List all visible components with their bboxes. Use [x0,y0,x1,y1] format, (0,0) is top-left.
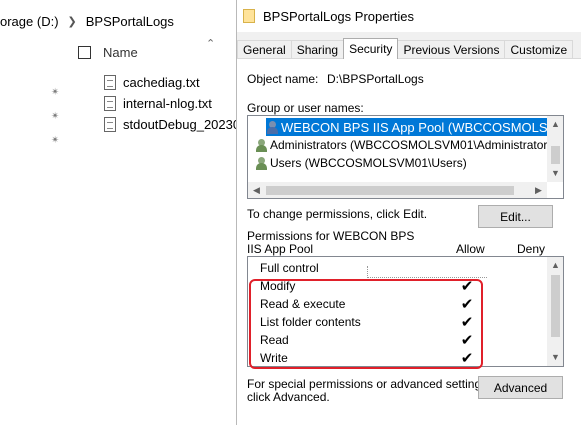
security-tab-panel: Object name: D:\BPSPortalLogs Group or u… [237,58,581,425]
file-explorer-window: orage (D:) ❯ BPSPortalLogs Name ⌃ ✴ ✴ ✴ … [0,0,255,425]
scroll-down-icon[interactable]: ▼ [547,168,563,178]
groups-label: Group or user names: [247,101,364,115]
scrollbar-thumb[interactable] [266,186,514,195]
scroll-up-icon[interactable]: ▲ [547,119,563,129]
text-file-icon [104,74,116,90]
breadcrumb: orage (D:) ❯ BPSPortalLogs [0,10,174,32]
groups-vertical-scrollbar[interactable]: ▲ ▼ [547,116,563,182]
tab-customize[interactable]: Customize [504,40,574,59]
file-name: cachediag.txt [123,74,200,90]
permissions-vertical-scrollbar[interactable]: ▲ ▼ [547,257,563,366]
deny-column-header: Deny [517,242,546,256]
groups-horizontal-scrollbar[interactable]: ◀ ▶ [248,182,547,198]
edit-button[interactable]: Edit... [478,205,553,228]
group-item-label: WEBCON BPS IIS App Pool (WBCCOSMOLSVM01\… [281,119,563,135]
tab-sharing[interactable]: Sharing [290,40,345,59]
tab-general[interactable]: General [237,40,292,59]
tab-security[interactable]: Security [343,38,399,59]
annotation-highlight-box [249,279,483,369]
group-item-label: Users (WBCCOSMOLSVM01\Users) [270,156,467,170]
file-row[interactable]: internal-nlog.txt [104,93,212,113]
user-icon [266,120,279,134]
breadcrumb-drive[interactable]: orage (D:) [0,14,59,29]
pin-icon: ✴ [51,111,60,122]
scroll-left-icon[interactable]: ◀ [248,185,265,196]
tab-strip: General Sharing Security Previous Versio… [237,38,574,59]
file-name: internal-nlog.txt [123,95,212,111]
tab-previous-versions[interactable]: Previous Versions [397,40,506,59]
group-item-iis-app-pool[interactable]: WEBCON BPS IIS App Pool (WBCCOSMOLSVM01\… [266,118,563,136]
group-item-users[interactable]: Users (WBCCOSMOLSVM01\Users) [255,154,467,172]
change-permissions-text: To change permissions, click Edit. [247,207,428,221]
object-name-label: Object name: [247,72,319,86]
special-permissions-text-line2: click Advanced. [247,390,330,404]
scroll-right-icon[interactable]: ▶ [530,185,547,196]
scroll-down-icon[interactable]: ▼ [547,352,563,362]
breadcrumb-folder[interactable]: BPSPortalLogs [86,14,174,29]
scrollbar-thumb[interactable] [551,275,560,337]
folder-icon [243,9,255,23]
select-all-checkbox[interactable] [78,45,91,59]
dialog-title: BPSPortalLogs Properties [263,8,415,24]
file-row[interactable]: stdoutDebug_2023091 [104,114,255,134]
text-file-icon [104,95,116,111]
name-column-header[interactable]: Name ⌃ [78,38,236,64]
sort-up-icon: ⌃ [206,38,216,50]
chevron-right-icon[interactable]: ❯ [68,15,77,28]
column-name-label: Name [103,44,138,60]
permissions-for-label: Permissions for WEBCON BPS [247,229,415,243]
object-name-value: D:\BPSPortalLogs [327,72,424,86]
advanced-button[interactable]: Advanced [478,376,563,399]
permissions-for-label-line2: IIS App Pool [247,242,314,256]
allow-column-header: Allow [456,242,485,256]
scroll-up-icon[interactable]: ▲ [547,260,563,270]
pin-icon: ✴ [51,87,60,98]
file-row[interactable]: cachediag.txt [104,72,200,92]
group-user-list[interactable]: WEBCON BPS IIS App Pool (WBCCOSMOLSVM01\… [247,115,564,199]
permission-name: Full control [260,261,319,275]
users-group-icon [255,156,268,170]
text-file-icon [104,116,116,132]
pin-icon: ✴ [51,135,60,146]
users-group-icon [255,138,268,152]
dialog-title-bar[interactable]: BPSPortalLogs Properties [237,0,581,32]
group-item-administrators[interactable]: Administrators (WBCCOSMOLSVM01\Administr… [255,136,557,154]
file-name: stdoutDebug_2023091 [123,116,255,132]
permission-row-full-control: Full control [248,259,548,278]
group-item-label: Administrators (WBCCOSMOLSVM01\Administr… [270,138,558,152]
special-permissions-text: For special permissions or advanced sett… [247,377,491,391]
scrollbar-thumb[interactable] [551,146,560,164]
